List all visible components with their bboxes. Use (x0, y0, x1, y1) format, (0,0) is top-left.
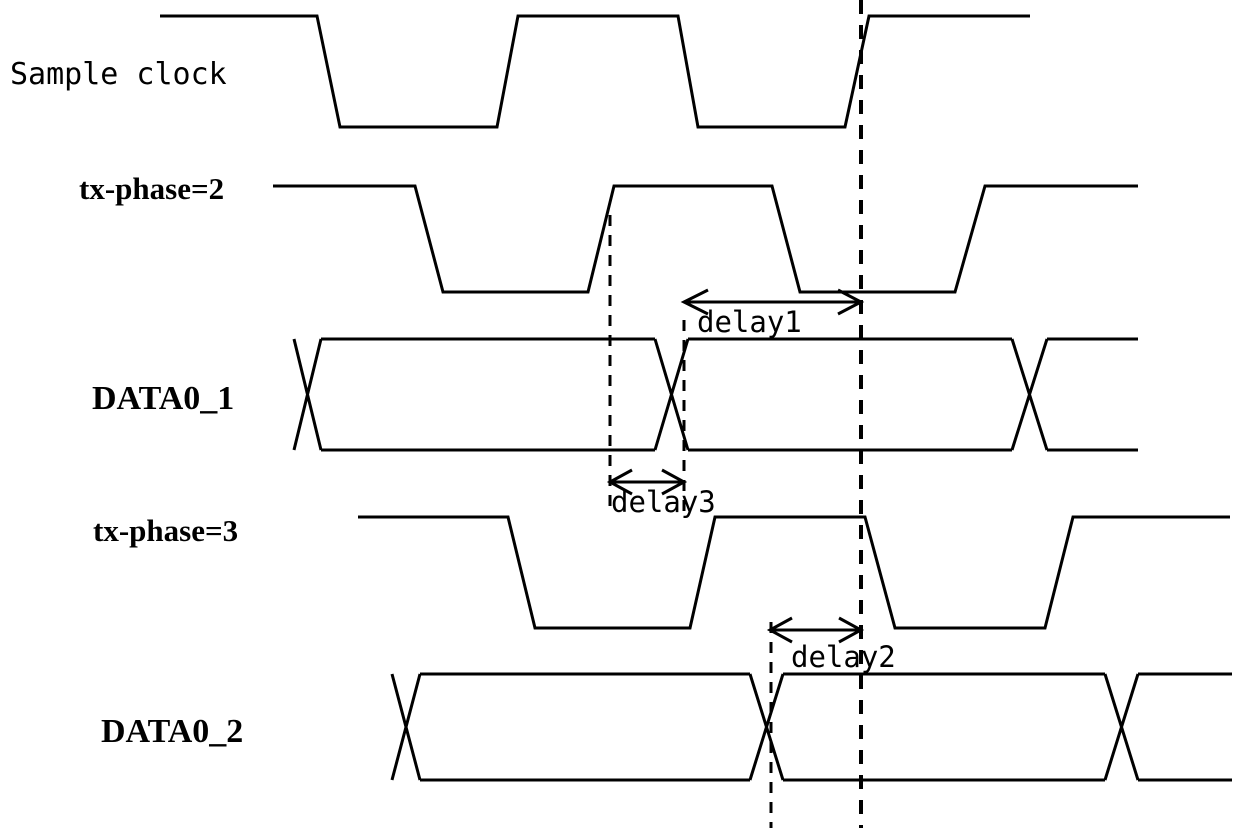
delay3-label: delay3 (611, 485, 716, 519)
timing-diagram-canvas: delay1 delay3 delay2 Sample clock tx-pha… (0, 0, 1240, 828)
data0-1-crossing-3 (1010, 338, 1049, 451)
data0-2-crossing-3 (1103, 673, 1140, 781)
signal-label-sample-clock: Sample clock (10, 57, 227, 92)
tx-phase-3-waveform (358, 515, 1230, 630)
signal-tx-phase-2 (273, 184, 1138, 294)
data0-2-crossing-2 (748, 673, 785, 781)
signal-label-tx-phase-2: tx-phase=2 (79, 171, 224, 206)
annotation-delay2: delay2 (766, 616, 896, 674)
annotation-delay1: delay1 (680, 288, 865, 339)
tx-phase-2-waveform (273, 184, 1138, 294)
signal-sample-clock (160, 14, 1030, 129)
annotation-delay3: delay3 (606, 468, 716, 519)
signal-label-data0-2: DATA0_2 (101, 713, 243, 750)
signal-data0-2 (390, 672, 1232, 782)
data0-1-crossing-1 (292, 338, 323, 451)
signal-label-tx-phase-3: tx-phase=3 (93, 513, 238, 548)
delay1-label: delay1 (697, 305, 802, 339)
delay2-label: delay2 (791, 640, 896, 674)
timing-diagram-svg: delay1 delay3 delay2 Sample clock tx-pha… (10, 0, 1232, 828)
signal-data0-1 (292, 337, 1138, 452)
data0-2-crossing-1 (390, 673, 422, 781)
data0-1-crossing-2 (653, 338, 690, 451)
signal-tx-phase-3 (358, 515, 1230, 630)
signal-label-data0-1: DATA0_1 (92, 380, 234, 417)
sample-clock-waveform (160, 14, 1030, 129)
